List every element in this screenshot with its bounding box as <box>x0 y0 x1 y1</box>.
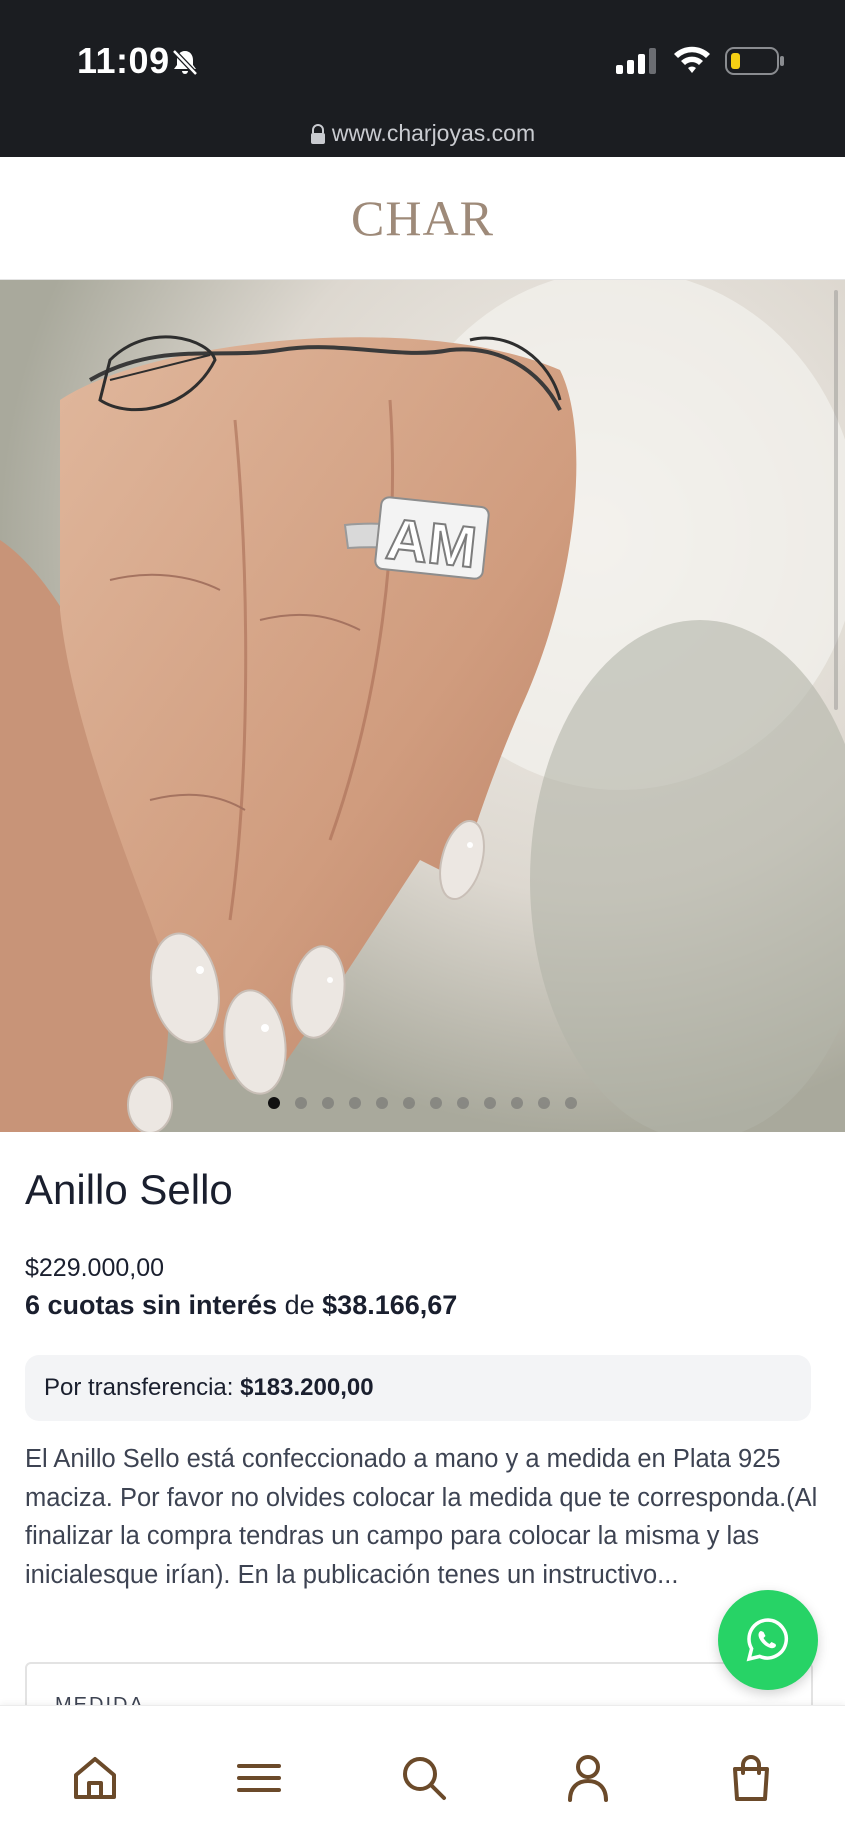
product-description: El Anillo Sello está confeccionado a man… <box>25 1445 818 1589</box>
nav-account[interactable] <box>560 1750 616 1806</box>
carousel-dot[interactable] <box>430 1097 442 1109</box>
transfer-label: Por transferencia: <box>44 1374 241 1401</box>
carousel-dot[interactable] <box>457 1097 469 1109</box>
carousel-dot[interactable] <box>538 1097 550 1109</box>
wifi-icon <box>674 46 710 73</box>
carousel-dot[interactable] <box>268 1097 280 1109</box>
product-image[interactable]: AM <box>0 280 845 1132</box>
whatsapp-icon <box>746 1618 789 1662</box>
product-price: $229.000,00 <box>25 1254 165 1282</box>
status-bar: 11:09 www.charjoyas.com <box>0 0 845 157</box>
battery-icon <box>725 47 784 75</box>
url-bar[interactable]: www.charjoyas.com <box>0 120 845 147</box>
ring-photo: AM <box>0 280 845 1132</box>
carousel-dot[interactable] <box>322 1097 334 1109</box>
url-text: www.charjoyas.com <box>331 120 536 146</box>
image-scrollbar[interactable] <box>834 290 838 710</box>
home-icon <box>74 1757 116 1799</box>
carousel-dot[interactable] <box>349 1097 361 1109</box>
whatsapp-button[interactable] <box>718 1590 818 1690</box>
installments-bold: 6 cuotas sin interés <box>25 1290 278 1320</box>
installments-de: de <box>277 1290 323 1320</box>
nav-cart[interactable] <box>723 1750 779 1806</box>
cart-icon <box>733 1755 769 1801</box>
bottom-nav <box>0 1705 845 1836</box>
installments-amount: $38.166,67 <box>322 1290 458 1320</box>
carousel-dot[interactable] <box>295 1097 307 1109</box>
nav-search[interactable] <box>396 1750 452 1806</box>
menu-icon <box>237 1764 281 1792</box>
carousel-dots[interactable] <box>0 1097 845 1111</box>
bell-muted-icon <box>172 49 198 76</box>
transfer-text: Por transferencia: $183.200,00 <box>44 1374 374 1402</box>
ring-engraving: AM <box>383 506 480 580</box>
search-icon <box>403 1757 446 1800</box>
lock-icon <box>310 124 325 144</box>
carousel-dot[interactable] <box>511 1097 523 1109</box>
site-header: CHAR <box>0 157 845 280</box>
product-title: Anillo Sello <box>25 1166 233 1213</box>
account-icon <box>568 1755 608 1802</box>
brand-logo[interactable]: CHAR <box>0 189 845 247</box>
carousel-dot[interactable] <box>565 1097 577 1109</box>
signal-icon <box>616 48 656 74</box>
carousel-dot[interactable] <box>376 1097 388 1109</box>
transfer-price-box: Por transferencia: $183.200,00 <box>25 1355 811 1421</box>
installments-info: 6 cuotas sin interés de $38.166,67 <box>25 1290 457 1321</box>
carousel-dot[interactable] <box>484 1097 496 1109</box>
nav-home[interactable] <box>67 1750 123 1806</box>
transfer-price: $183.200,00 <box>240 1374 374 1401</box>
carousel-dot[interactable] <box>403 1097 415 1109</box>
nav-menu[interactable] <box>231 1750 287 1806</box>
status-time: 11:09 <box>77 40 170 81</box>
